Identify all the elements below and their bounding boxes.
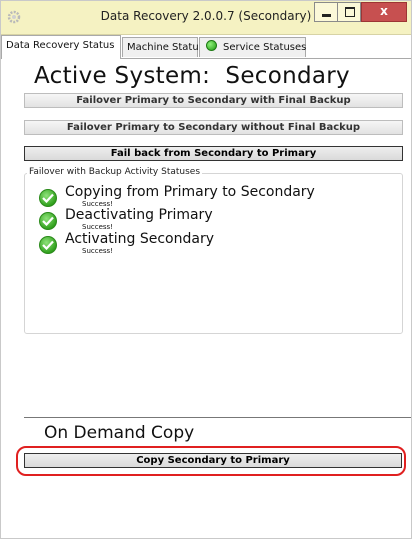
tab-label: Machine Status xyxy=(127,42,204,53)
activity-status-group: Failover with Backup Activity Statuses C… xyxy=(24,167,403,334)
tab-service-statuses[interactable]: Service Statuses xyxy=(199,37,306,57)
minimize-icon xyxy=(322,14,331,17)
activity-status-legend: Failover with Backup Activity Statuses xyxy=(27,167,203,177)
title-bar[interactable]: Data Recovery 2.0.0.7 (Secondary) x xyxy=(1,1,411,35)
status-label: Activating Secondary xyxy=(65,231,215,247)
status-label: Deactivating Primary xyxy=(65,207,213,223)
on-demand-heading: On Demand Copy xyxy=(44,423,195,443)
check-icon xyxy=(39,189,57,207)
section-divider xyxy=(24,417,411,418)
status-result: Success! xyxy=(82,223,113,231)
copy-secondary-to-primary-button[interactable]: Copy Secondary to Primary xyxy=(24,453,402,468)
status-green-dot-icon xyxy=(206,40,217,51)
app-window: Data Recovery 2.0.0.7 (Secondary) x Data… xyxy=(0,0,412,539)
active-system-label: Active System: xyxy=(34,63,211,89)
failover-with-backup-button[interactable]: Failover Primary to Secondary with Final… xyxy=(24,93,403,108)
status-label: Copying from Primary to Secondary xyxy=(65,184,315,200)
maximize-icon xyxy=(345,7,355,17)
tab-data-recovery-status[interactable]: Data Recovery Status xyxy=(1,35,121,59)
status-result: Success! xyxy=(82,247,113,255)
close-button[interactable]: x xyxy=(361,2,407,22)
active-system-heading: Active System: Secondary xyxy=(34,63,350,89)
tab-machine-status[interactable]: Machine Status xyxy=(122,37,204,57)
tab-label: Data Recovery Status xyxy=(6,40,115,51)
tab-label: Service Statuses xyxy=(223,42,307,53)
failover-without-backup-button[interactable]: Failover Primary to Secondary without Fi… xyxy=(24,120,403,135)
check-icon xyxy=(39,212,57,230)
maximize-button[interactable] xyxy=(337,2,361,22)
tab-strip: Data Recovery Status Machine Status Serv… xyxy=(1,35,411,59)
check-icon xyxy=(39,236,57,254)
minimize-button[interactable] xyxy=(314,2,338,22)
active-system-value: Secondary xyxy=(225,63,350,89)
failback-button[interactable]: Fail back from Secondary to Primary xyxy=(24,146,403,161)
